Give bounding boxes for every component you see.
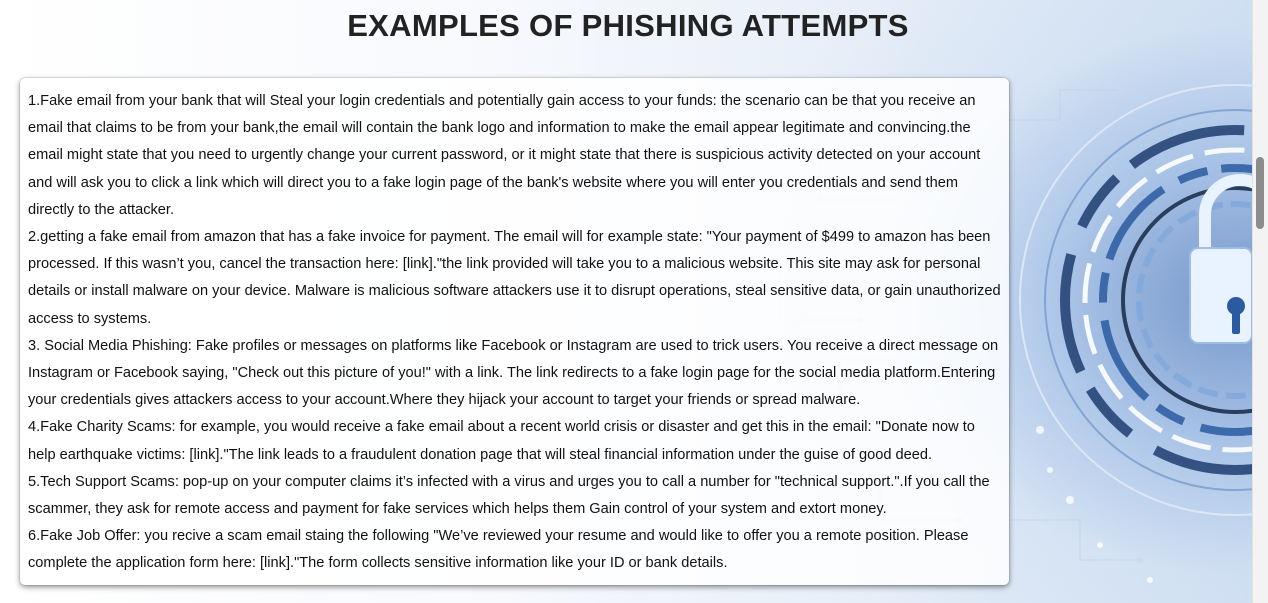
example-paragraph-2: 2.getting a fake email from amazon that …	[28, 229, 1001, 327]
vertical-scrollbar[interactable]	[1252, 0, 1268, 603]
page: EXAMPLES OF PHISHING ATTEMPTS 1.Fake ema…	[0, 0, 1252, 603]
example-paragraph-3: 3. Social Media Phishing: Fake profiles …	[28, 337, 999, 409]
scrollbar-thumb[interactable]	[1256, 157, 1264, 229]
example-paragraph-5: 5.Tech Support Scams: pop-up on your com…	[28, 473, 990, 518]
example-paragraph-1: 1.Fake email from your bank that will St…	[28, 93, 981, 218]
example-paragraph-4: 4.Fake Charity Scams: for example, you w…	[28, 419, 975, 463]
phishing-examples-card: 1.Fake email from your bank that will St…	[20, 78, 1009, 585]
example-paragraph-6: 6.Fake Job Offer: you recive a scam emai…	[28, 528, 969, 572]
page-title: EXAMPLES OF PHISHING ATTEMPTS	[347, 8, 909, 43]
